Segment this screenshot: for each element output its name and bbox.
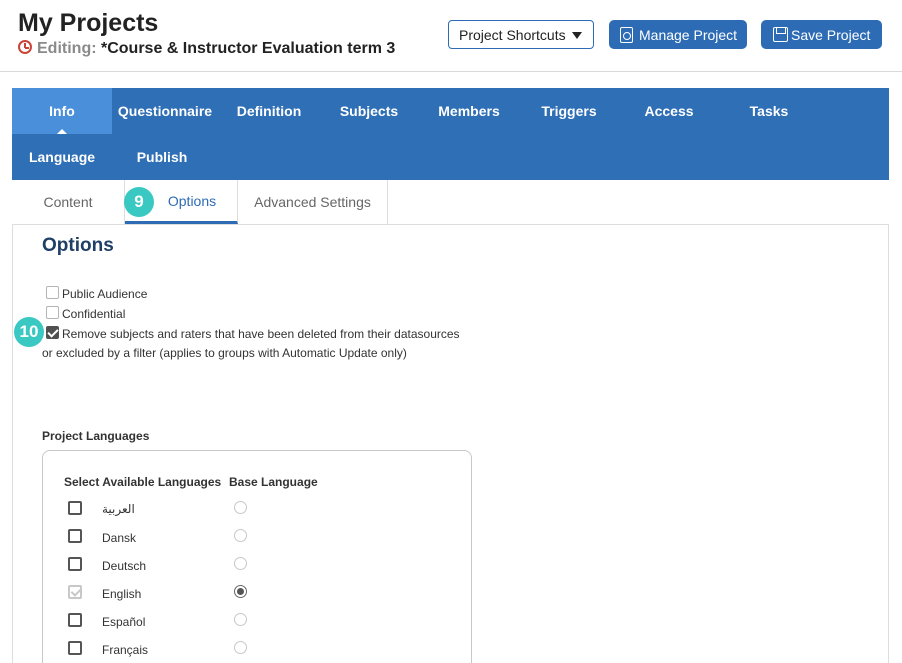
nav-item-info[interactable]: Info [12,88,112,134]
select-languages-header: Select Available Languages [64,475,222,489]
confidential-label: Confidential [62,307,126,321]
clock-icon [18,40,32,54]
nav-item-language[interactable]: Language [12,134,112,180]
nav-item-members[interactable]: Members [418,88,520,134]
editing-label: Editing: [37,40,97,57]
nav-item-access[interactable]: Access [618,88,720,134]
base-language-radio-espanol[interactable] [234,613,247,626]
editing-line: Editing: *Course & Instructor Evaluation… [18,40,395,58]
manage-project-label: Manage Project [639,26,738,43]
project-languages-heading: Project Languages [42,429,150,443]
settings-document-icon [620,27,633,43]
save-project-button[interactable]: Save Project [761,20,882,49]
save-project-label: Save Project [791,26,871,43]
base-language-header: Base Language [229,475,318,489]
page-title: My Projects [18,9,159,37]
options-title: Options [42,235,114,256]
base-language-radio-arabic[interactable] [234,501,247,514]
language-checkbox-arabic[interactable] [68,501,82,515]
caret-down-icon [572,32,582,39]
language-checkbox-francais[interactable] [68,641,82,655]
language-name-francais: Français [102,643,149,657]
nav-item-publish[interactable]: Publish [112,134,212,180]
step-badge-9: 9 [124,187,154,217]
tab-content[interactable]: Content [12,180,125,224]
nav-item-tasks[interactable]: Tasks [720,88,818,134]
nav-item-definition[interactable]: Definition [218,88,320,134]
public-audience-checkbox[interactable] [46,286,59,299]
confidential-checkbox[interactable] [46,306,59,319]
save-icon [773,27,788,42]
language-name-dansk: Dansk [102,531,137,545]
main-nav: Info Questionnaire Definition Subjects M… [12,88,889,180]
remove-option-label-line1: Remove subjects and raters that have bee… [62,327,460,341]
step-badge-10: 10 [14,317,44,347]
manage-project-button[interactable]: Manage Project [609,20,747,49]
tab-options-label: Options [167,192,217,209]
public-audience-label: Public Audience [62,287,148,301]
project-shortcuts-label: Project Shortcuts [459,26,566,43]
language-name-arabic: العربية [102,502,135,516]
language-checkbox-dansk[interactable] [68,529,82,543]
language-name-english: English [102,587,142,601]
language-checkbox-deutsch[interactable] [68,557,82,571]
language-name-deutsch: Deutsch [102,559,147,573]
base-language-radio-english[interactable] [234,585,247,598]
base-language-radio-francais[interactable] [234,641,247,654]
project-shortcuts-dropdown[interactable]: Project Shortcuts [448,20,594,49]
language-checkbox-espanol[interactable] [68,613,82,627]
remove-option-label-line2: or excluded by a filter (applies to grou… [42,346,407,360]
base-language-radio-dansk[interactable] [234,529,247,542]
remove-deleted-subjects-checkbox[interactable] [46,326,59,339]
project-name: *Course & Instructor Evaluation term 3 [101,40,396,57]
nav-item-subjects[interactable]: Subjects [320,88,418,134]
page-header: My Projects Editing: *Course & Instructo… [0,0,902,72]
base-language-radio-deutsch[interactable] [234,557,247,570]
language-checkbox-english [68,585,82,599]
tab-advanced-settings[interactable]: Advanced Settings [238,180,388,224]
nav-item-triggers[interactable]: Triggers [520,88,618,134]
nav-item-questionnaire[interactable]: Questionnaire [112,88,218,134]
language-name-espanol: Español [102,615,146,629]
